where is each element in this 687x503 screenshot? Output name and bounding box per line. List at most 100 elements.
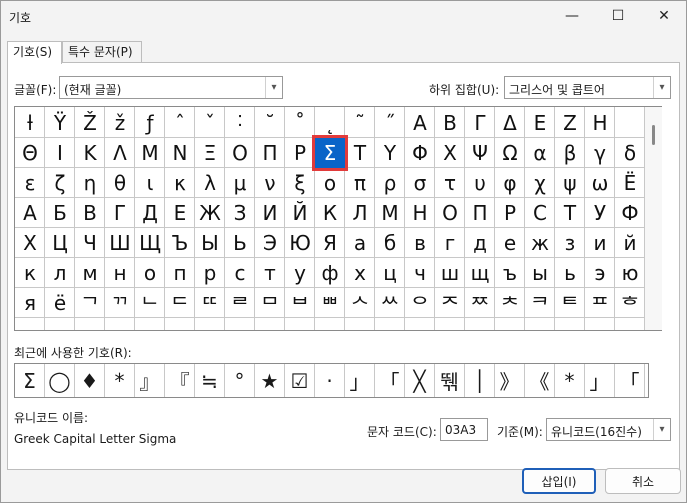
symbol-cell[interactable]: п [165, 258, 195, 288]
symbol-cell[interactable]: ё [45, 288, 75, 318]
cancel-button[interactable]: 취소 [605, 468, 681, 494]
recent-symbol-cell[interactable]: * [105, 364, 135, 397]
symbol-cell[interactable]: П [465, 198, 495, 228]
symbol-cell[interactable]: Ь [225, 228, 255, 258]
symbol-cell[interactable]: Χ [435, 138, 465, 168]
symbol-cell[interactable]: И [255, 198, 285, 228]
symbol-cell[interactable]: А [15, 198, 45, 228]
symbol-cell[interactable]: Ы [195, 228, 225, 258]
symbol-cell[interactable]: ƒ [135, 108, 165, 138]
recent-symbol-cell[interactable]: Σ [15, 364, 45, 397]
recent-symbol-cell[interactable]: 」 [585, 364, 615, 397]
symbol-cell[interactable]: ᄇ [285, 288, 315, 318]
symbol-cell[interactable]: Л [345, 198, 375, 228]
symbol-cell[interactable]: ᄉ [345, 288, 375, 318]
symbol-cell[interactable]: ᄂ [135, 288, 165, 318]
symbol-cell[interactable]: и [585, 228, 615, 258]
symbol-cell[interactable]: Г [105, 198, 135, 228]
symbol-cell[interactable]: н [105, 258, 135, 288]
symbol-cell[interactable]: Σ [312, 135, 348, 171]
symbol-cell[interactable]: Η [585, 108, 615, 138]
recent-symbol-cell[interactable]: 「 [615, 364, 645, 397]
symbol-cell[interactable]: η [75, 168, 105, 198]
symbol-cell[interactable]: ш [435, 258, 465, 288]
recent-symbol-cell[interactable]: ◯ [45, 364, 75, 397]
symbol-cell[interactable]: а [345, 228, 375, 258]
symbol-cell[interactable]: ˝ [375, 108, 405, 138]
symbol-cell[interactable]: Ц [45, 228, 75, 258]
symbol-cell[interactable]: ˜ [345, 108, 375, 138]
scrollbar-thumb[interactable] [652, 125, 655, 145]
symbol-cell[interactable]: Н [405, 198, 435, 228]
symbol-cell[interactable]: ν [255, 168, 285, 198]
symbol-cell[interactable]: ˇ [195, 108, 225, 138]
symbol-cell[interactable]: Α [405, 108, 435, 138]
symbol-cell[interactable]: р [195, 258, 225, 288]
symbol-cell[interactable]: ο [315, 168, 345, 198]
symbol-cell[interactable]: Ε [525, 108, 555, 138]
symbol-cell[interactable]: δ [615, 138, 645, 168]
recent-symbol-cell[interactable]: 』 [135, 364, 165, 397]
symbol-cell[interactable]: Θ [15, 138, 45, 168]
symbol-cell[interactable]: Ж [195, 198, 225, 228]
symbol-cell[interactable]: Μ [135, 138, 165, 168]
symbol-cell[interactable]: Π [255, 138, 285, 168]
recent-symbol-cell[interactable]: ★ [255, 364, 285, 397]
recent-symbol-cell[interactable]: ≒ [195, 364, 225, 397]
symbol-cell[interactable]: ž [105, 108, 135, 138]
symbol-cell[interactable]: ᄊ [375, 288, 405, 318]
symbol-cell[interactable]: ˚ [285, 108, 315, 138]
recent-symbol-cell[interactable]: 《 [525, 364, 555, 397]
font-select[interactable]: (현재 글꼴) ▾ [59, 76, 283, 99]
symbol-cell[interactable]: Δ [495, 108, 525, 138]
symbol-cell[interactable]: Ι [45, 138, 75, 168]
symbol-cell[interactable]: φ [495, 168, 525, 198]
symbol-cell[interactable]: Ο [225, 138, 255, 168]
grid-scrollbar[interactable] [645, 107, 662, 330]
symbol-cell[interactable]: ф [315, 258, 345, 288]
symbol-cell[interactable]: ᄁ [105, 288, 135, 318]
symbol-cell[interactable]: Й [285, 198, 315, 228]
symbol-cell[interactable]: ᄍ [465, 288, 495, 318]
symbol-cell[interactable]: Э [255, 228, 285, 258]
symbol-cell[interactable]: ᄌ [435, 288, 465, 318]
symbol-cell[interactable]: э [585, 258, 615, 288]
symbol-cell[interactable]: Ψ [465, 138, 495, 168]
symbol-cell[interactable]: т [255, 258, 285, 288]
recent-symbol-cell[interactable]: 「 [375, 364, 405, 397]
symbol-cell[interactable]: Ω [495, 138, 525, 168]
symbol-cell[interactable]: Τ [345, 138, 375, 168]
symbol-cell[interactable]: д [465, 228, 495, 258]
symbol-cell[interactable]: χ [525, 168, 555, 198]
close-button[interactable]: ✕ [641, 1, 687, 31]
symbol-cell[interactable]: ᄎ [495, 288, 525, 318]
symbol-cell[interactable]: ᄄ [195, 288, 225, 318]
symbol-cell[interactable]: г [435, 228, 465, 258]
symbol-cell[interactable]: Γ [465, 108, 495, 138]
symbol-cell[interactable]: ƚ [15, 108, 45, 138]
symbol-cell[interactable]: З [225, 198, 255, 228]
recent-symbol-cell[interactable]: 『 [165, 364, 195, 397]
insert-button[interactable]: 삽입(I) [522, 468, 596, 494]
symbol-cell[interactable]: ᄒ [615, 288, 645, 318]
symbol-cell[interactable]: ᄈ [315, 288, 345, 318]
recent-symbol-cell[interactable]: 」 [345, 364, 375, 397]
symbol-cell[interactable]: Β [435, 108, 465, 138]
symbol-cell[interactable]: б [375, 228, 405, 258]
recent-symbol-cell[interactable]: ♦ [75, 364, 105, 397]
maximize-button[interactable]: ☐ [595, 1, 641, 31]
recent-symbol-cell[interactable]: ╳ [405, 364, 435, 397]
symbol-cell[interactable]: Φ [405, 138, 435, 168]
symbol-cell[interactable]: о [135, 258, 165, 288]
symbol-cell[interactable]: β [555, 138, 585, 168]
symbol-cell[interactable]: з [555, 228, 585, 258]
symbol-cell[interactable]: Ξ [195, 138, 225, 168]
symbol-cell[interactable]: α [525, 138, 555, 168]
symbol-cell[interactable]: Щ [135, 228, 165, 258]
symbol-cell[interactable]: μ [225, 168, 255, 198]
symbol-cell[interactable]: Ъ [165, 228, 195, 258]
symbol-cell[interactable]: ч [405, 258, 435, 288]
symbol-cell[interactable]: ᄑ [585, 288, 615, 318]
symbol-cell[interactable]: Ρ [285, 138, 315, 168]
symbol-cell[interactable]: й [615, 228, 645, 258]
